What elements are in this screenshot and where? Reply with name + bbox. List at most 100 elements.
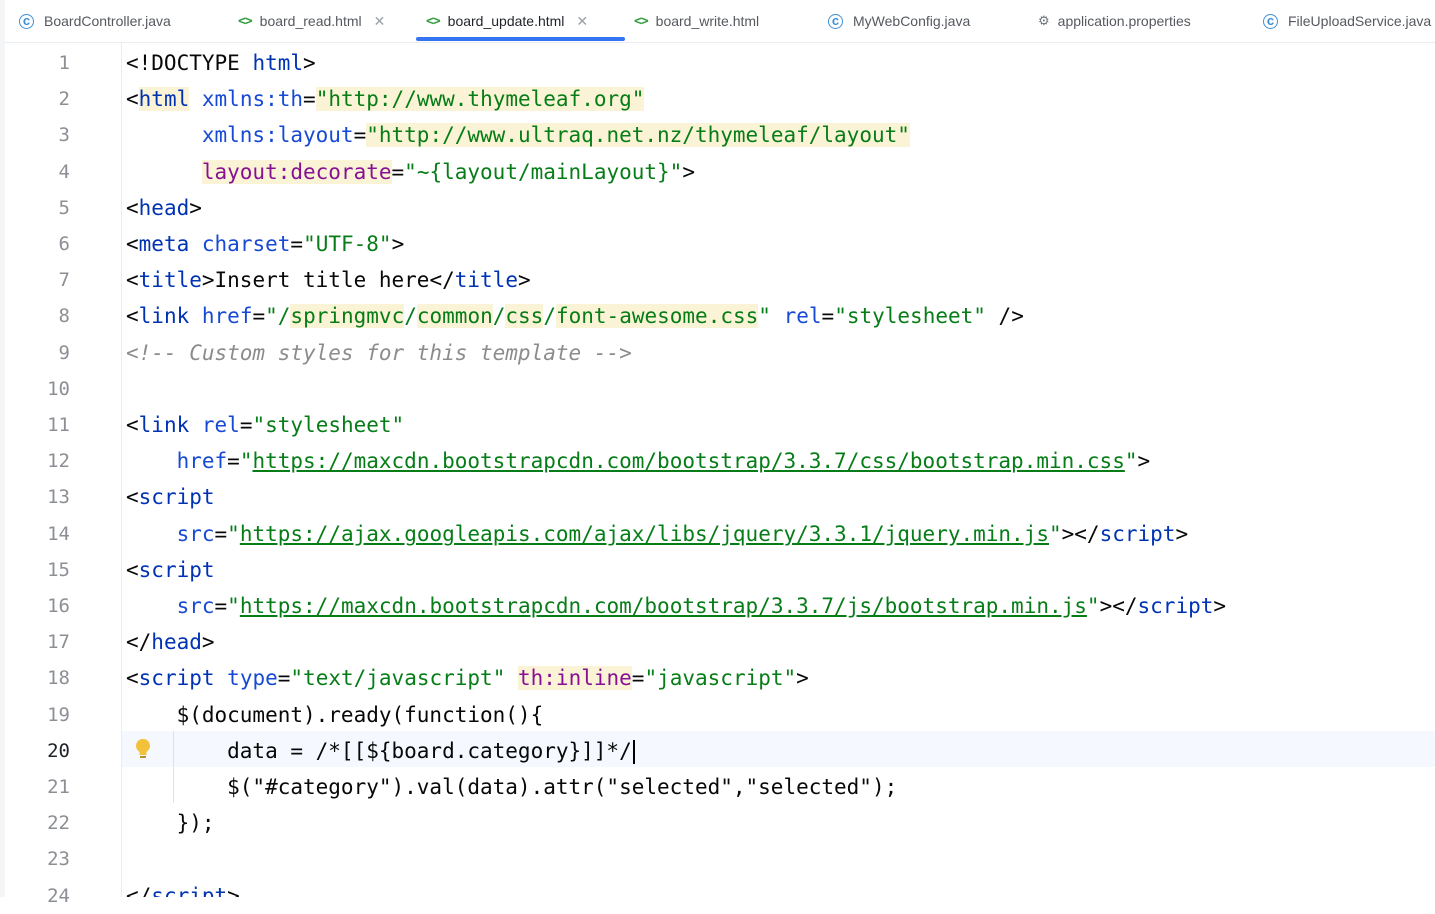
- code-line[interactable]: [122, 371, 1435, 407]
- code-line[interactable]: $("#category").val(data).attr("selected"…: [122, 769, 1435, 805]
- code-token: script: [1099, 522, 1176, 546]
- code-token: script: [138, 666, 215, 690]
- code-text: <meta charset="UTF-8">: [126, 226, 404, 262]
- code-text: <link href="/springmvc/common/css/font-a…: [126, 298, 1024, 334]
- code-line[interactable]: $(document).ready(function(){: [122, 697, 1435, 733]
- code-token: >: [796, 666, 809, 690]
- code-line[interactable]: <link rel="stylesheet": [122, 407, 1435, 443]
- code-line[interactable]: <script type="text/javascript" th:inline…: [122, 660, 1435, 696]
- code-token: =: [239, 413, 253, 437]
- code-token: </: [126, 630, 152, 654]
- tab-board-read-html[interactable]: <> board_read.html ✕: [238, 0, 385, 42]
- code-line[interactable]: });: [122, 805, 1435, 841]
- code-token: <: [126, 413, 139, 437]
- code-line[interactable]: <html xmlns:th="http://www.thymeleaf.org…: [122, 81, 1435, 117]
- code-text: </head>: [126, 624, 215, 660]
- code-line[interactable]: <link href="/springmvc/common/css/font-a…: [122, 298, 1435, 334]
- indent-guide: [173, 731, 174, 803]
- line-number: 11: [47, 414, 70, 436]
- line-number: 7: [58, 269, 70, 291]
- code-line[interactable]: xmlns:layout="http://www.ultraq.net.nz/t…: [122, 117, 1435, 153]
- code-token: ": [1086, 594, 1100, 618]
- line-number: 12: [47, 450, 70, 472]
- lightbulb-icon[interactable]: [133, 737, 153, 761]
- code-token: =: [290, 232, 304, 256]
- code-line[interactable]: layout:decorate="~{layout/mainLayout}">: [122, 154, 1435, 190]
- code-line[interactable]: [122, 841, 1435, 877]
- code-line[interactable]: <!-- Custom styles for this template -->: [122, 335, 1435, 371]
- code-token: "javascript": [644, 666, 797, 690]
- code-token: =: [391, 160, 405, 184]
- code-text: <!-- Custom styles for this template -->: [126, 335, 632, 371]
- code-token: });: [126, 811, 215, 835]
- close-icon[interactable]: ✕: [374, 13, 386, 30]
- code-text: xmlns:layout="http://www.ultraq.net.nz/t…: [126, 117, 910, 153]
- active-tab-indicator: [416, 37, 625, 41]
- code-text: src="https://maxcdn.bootstrapcdn.com/boo…: [126, 588, 1226, 624]
- code-line[interactable]: data = /*[[${board.category}]]*/: [122, 733, 1435, 769]
- tab-fileuploadservice-java[interactable]: c FileUploadService.java: [1263, 0, 1431, 42]
- tab-label: FileUploadService.java: [1288, 13, 1432, 29]
- code-token: <: [126, 232, 139, 256]
- tab-label: board_write.html: [655, 13, 760, 29]
- line-number: 20: [47, 740, 70, 762]
- code-token: https://ajax.googleapis.com/ajax/libs/jq…: [239, 522, 1049, 546]
- code-token: /: [543, 304, 556, 328]
- code-line[interactable]: <script: [122, 552, 1435, 588]
- code-text: <script type="text/javascript" th:inline…: [126, 660, 809, 696]
- tab-label: board_read.html: [259, 13, 362, 29]
- code-token: "~{layout/mainLayout}": [404, 160, 683, 184]
- code-line[interactable]: src="https://ajax.googleapis.com/ajax/li…: [122, 516, 1435, 552]
- code-token: >: [201, 630, 215, 654]
- tab-mywebconfig-java[interactable]: c MyWebConfig.java: [828, 0, 970, 42]
- code-line[interactable]: <title>Insert title here</title>: [122, 262, 1435, 298]
- code-token: title: [138, 268, 202, 292]
- tab-board-write-html[interactable]: <> board_write.html: [634, 0, 759, 42]
- tab-board-update-html[interactable]: <> board_update.html ✕: [426, 0, 588, 42]
- code-token: ></: [1061, 522, 1100, 546]
- code-line[interactable]: src="https://maxcdn.bootstrapcdn.com/boo…: [122, 588, 1435, 624]
- close-icon[interactable]: ✕: [576, 13, 588, 30]
- code-line[interactable]: href="https://maxcdn.bootstrapcdn.com/bo…: [122, 443, 1435, 479]
- code-token: "stylesheet": [834, 304, 986, 328]
- code-line[interactable]: </script>: [122, 878, 1435, 897]
- code-token: link: [138, 304, 190, 328]
- code-line[interactable]: <head>: [122, 190, 1435, 226]
- code-token: head: [138, 196, 190, 220]
- tab-label: board_update.html: [447, 13, 565, 29]
- code-token: <: [126, 304, 139, 328]
- code-token: ": [758, 304, 771, 328]
- code-text: <link rel="stylesheet": [126, 407, 404, 443]
- code-line[interactable]: <!DOCTYPE html>: [122, 45, 1435, 81]
- code-token: >: [682, 160, 695, 184]
- code-text: <html xmlns:th="http://www.thymeleaf.org…: [126, 81, 645, 117]
- tab-application-properties[interactable]: ⚙ application.properties: [1038, 0, 1191, 42]
- line-number: 10: [47, 378, 70, 400]
- line-number: 8: [58, 305, 70, 327]
- code-token: html: [252, 51, 304, 75]
- code-token: meta: [138, 232, 190, 256]
- code-line[interactable]: <meta charset="UTF-8">: [122, 226, 1435, 262]
- line-number: 4: [58, 161, 70, 183]
- tab-boardcontroller-java[interactable]: c BoardController.java: [19, 0, 171, 42]
- code-editor[interactable]: <!DOCTYPE html> <html xmlns:th="http://ww…: [122, 43, 1435, 897]
- code-token: <: [126, 196, 139, 220]
- line-number: 2: [58, 88, 70, 110]
- code-token: <!DOCTYPE: [126, 51, 253, 75]
- code-token: =: [214, 522, 228, 546]
- code-token: ": [227, 522, 240, 546]
- code-token: "text/javascript": [290, 666, 506, 690]
- tab-label: application.properties: [1057, 13, 1191, 29]
- code-line[interactable]: <script: [122, 479, 1435, 515]
- code-line[interactable]: </head>: [122, 624, 1435, 660]
- line-number: 19: [47, 704, 70, 726]
- code-text: </script>: [126, 878, 240, 897]
- line-number: 21: [47, 776, 70, 798]
- code-text: src="https://ajax.googleapis.com/ajax/li…: [126, 516, 1189, 552]
